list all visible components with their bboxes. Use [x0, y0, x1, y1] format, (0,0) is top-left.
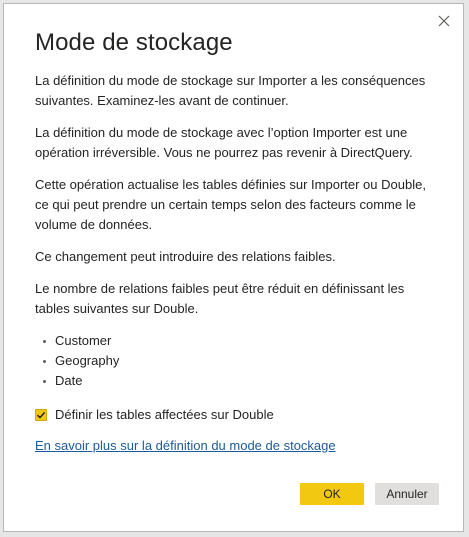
- table-list: Customer Geography Date: [35, 331, 435, 391]
- paragraph-reduce: Le nombre de relations faibles peut être…: [35, 281, 405, 316]
- table-name: Geography: [55, 353, 120, 368]
- close-icon[interactable]: [437, 14, 451, 28]
- storage-mode-dialog: Mode de stockage La définition du mode d…: [3, 3, 464, 532]
- table-name: Customer: [55, 333, 112, 348]
- bullet-icon: [43, 340, 46, 343]
- learn-more-link[interactable]: En savoir plus sur la définition du mode…: [35, 438, 336, 453]
- ok-button[interactable]: OK: [300, 483, 364, 505]
- paragraph-irreversible: La définition du mode de stockage avec l…: [35, 125, 413, 160]
- list-item: Customer: [35, 331, 435, 351]
- cancel-button[interactable]: Annuler: [375, 483, 439, 505]
- paragraph-refresh: Cette opération actualise les tables déf…: [35, 177, 426, 232]
- list-item: Geography: [35, 351, 435, 371]
- paragraph-weak-relations: Ce changement peut introduire des relati…: [35, 249, 336, 264]
- paragraph-intro: La définition du mode de stockage sur Im…: [35, 73, 426, 108]
- dialog-title: Mode de stockage: [35, 29, 233, 56]
- set-dual-checkbox-label: Définir les tables affectées sur Double: [55, 407, 274, 422]
- bullet-icon: [43, 380, 46, 383]
- dialog-content: La définition du mode de stockage sur Im…: [35, 71, 435, 391]
- list-item: Date: [35, 371, 435, 391]
- set-dual-checkbox-row[interactable]: Définir les tables affectées sur Double: [35, 407, 274, 422]
- table-name: Date: [55, 373, 83, 388]
- bullet-icon: [43, 360, 46, 363]
- checkmark-icon: [36, 411, 46, 419]
- set-dual-checkbox[interactable]: [35, 408, 47, 421]
